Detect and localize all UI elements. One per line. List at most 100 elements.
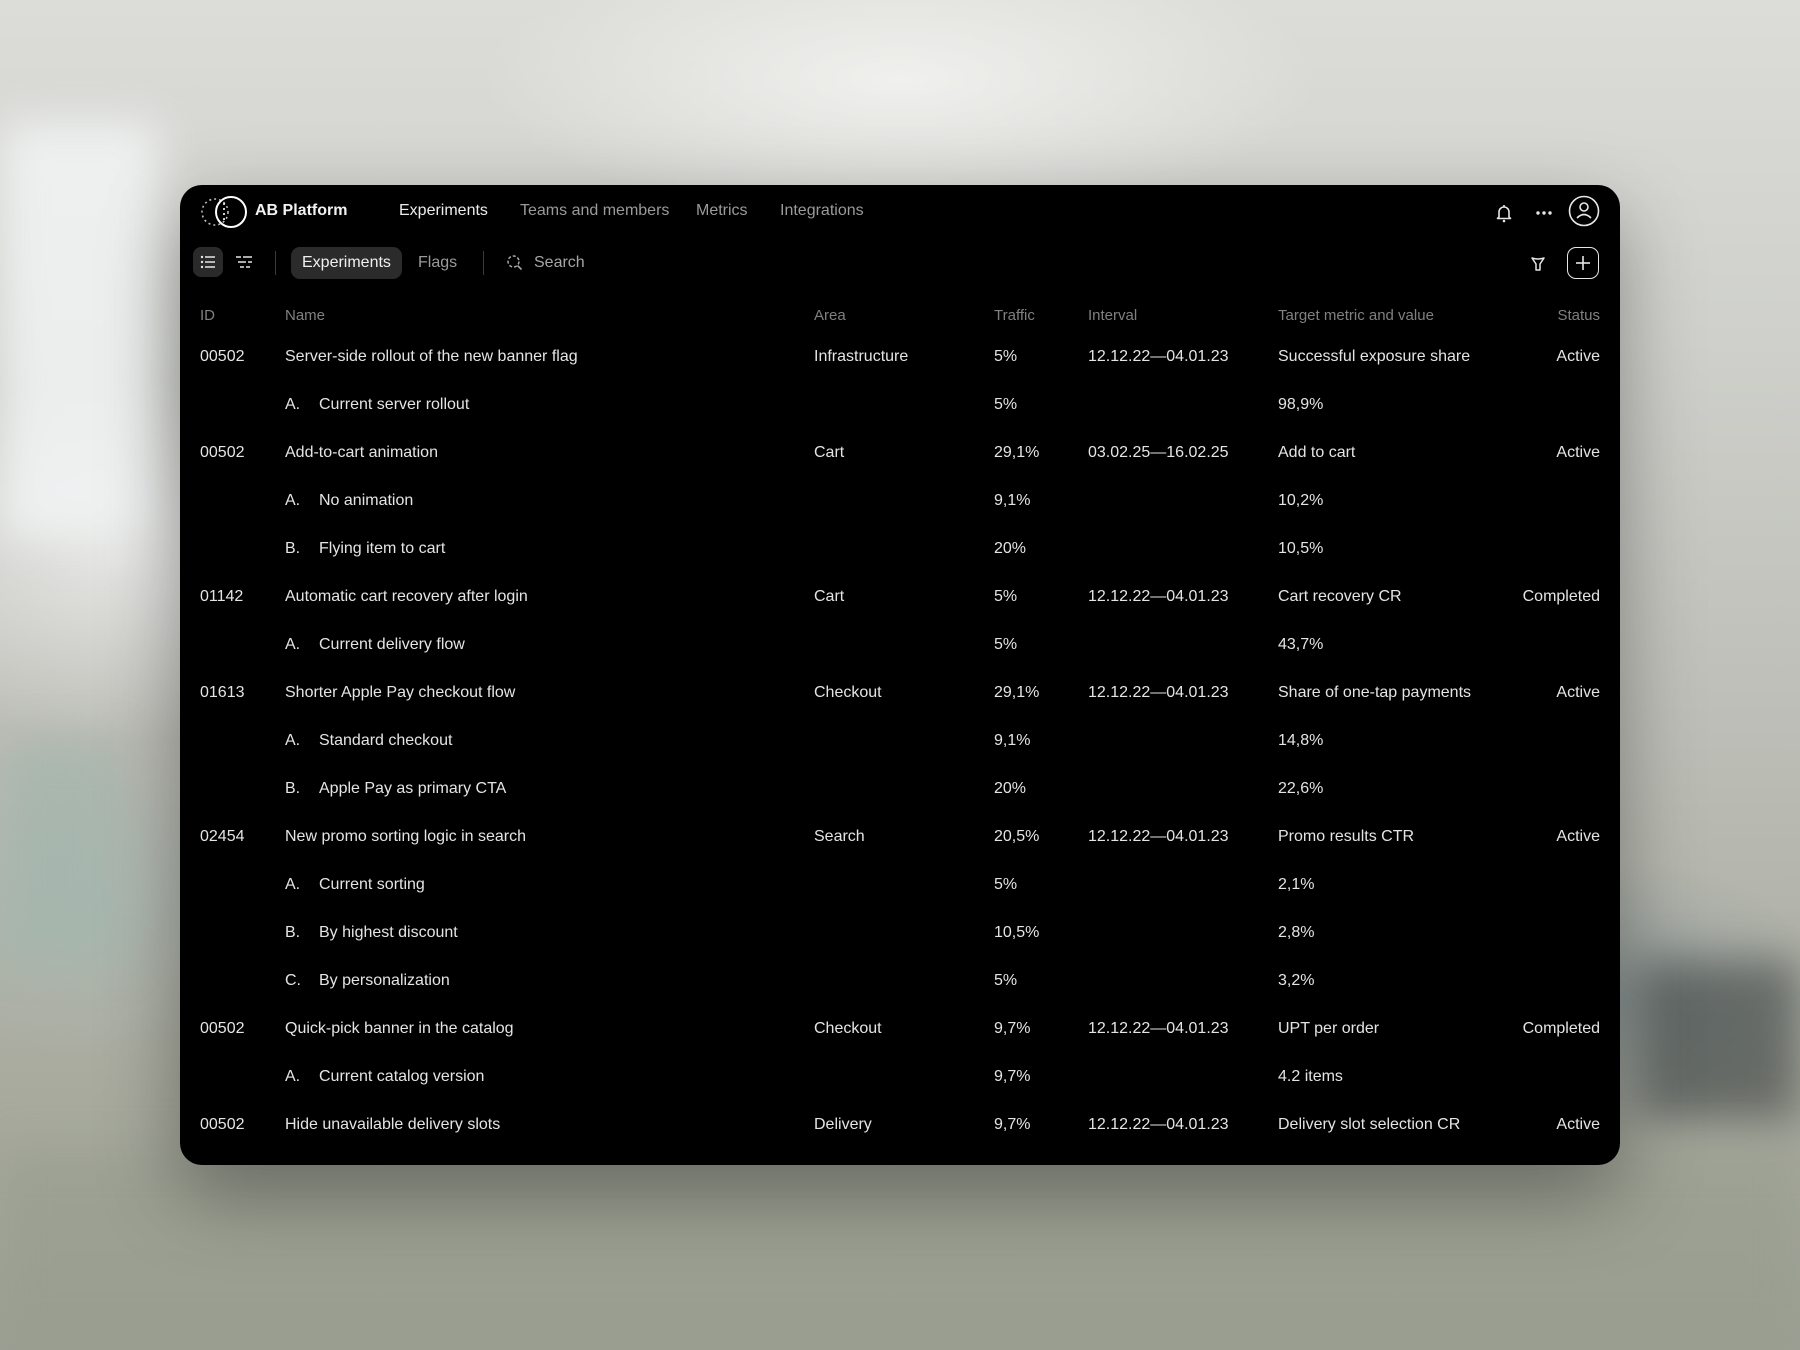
tab-experiments[interactable]: Experiments xyxy=(291,247,402,279)
variant-letter: A. xyxy=(285,876,301,893)
experiment-name[interactable]: New promo sorting logic in search xyxy=(285,828,526,846)
variant-row[interactable]: A. No animation 9,1% 10,2% xyxy=(180,476,1620,524)
experiment-row[interactable]: 00502 Hide unavailable delivery slots Deli… xyxy=(180,1100,1620,1148)
variant-letter: A. xyxy=(285,636,301,653)
experiment-interval: 12.12.22—04.01.23 xyxy=(1088,828,1229,845)
experiment-row[interactable]: 01613 Shorter Apple Pay checkout flow Chec… xyxy=(180,668,1620,716)
variant-traffic: 5% xyxy=(994,636,1018,653)
experiment-row[interactable]: 01142 Automatic cart recovery after login… xyxy=(180,572,1620,620)
brand-name: AB Platform xyxy=(255,202,348,219)
table-header: ID Name Area Traffic Interval Target met… xyxy=(180,307,1620,331)
experiment-id: 00502 xyxy=(200,348,245,365)
experiment-id: 00502 xyxy=(200,1116,245,1133)
experiment-target-metric: Add to cart xyxy=(1278,444,1356,461)
variant-letter: B. xyxy=(285,924,301,941)
user-avatar-icon[interactable] xyxy=(1568,195,1600,227)
experiment-name[interactable]: Automatic cart recovery after login xyxy=(285,588,528,606)
background-window-light xyxy=(0,120,160,540)
variant-metric-value: 2,1% xyxy=(1278,876,1315,893)
toolbar-divider xyxy=(275,251,276,275)
variant-row[interactable]: B. Apple Pay as primary CTA 20% 22,6% xyxy=(180,764,1620,812)
experiments-table-body: 00502 Server-side rollout of the new bann… xyxy=(180,332,1620,1148)
experiment-area: Checkout xyxy=(814,1020,882,1037)
column-header-area[interactable]: Area xyxy=(814,307,846,324)
variant-name: By highest discount xyxy=(319,924,458,941)
variant-traffic: 5% xyxy=(994,972,1018,989)
experiment-id: 01613 xyxy=(200,684,245,701)
variant-row[interactable]: A. Current catalog version 9,7% 4.2 items xyxy=(180,1052,1620,1100)
experiment-row[interactable]: 00502 Server-side rollout of the new bann… xyxy=(180,332,1620,380)
experiment-traffic: 29,1% xyxy=(994,684,1040,701)
toolbar-divider xyxy=(483,251,484,275)
filter-view-button[interactable] xyxy=(229,247,259,277)
variant-metric-value: 3,2% xyxy=(1278,972,1315,989)
experiment-target-metric: Successful exposure share xyxy=(1278,348,1471,365)
experiment-interval: 12.12.22—04.01.23 xyxy=(1088,588,1229,605)
nav-integrations[interactable]: Integrations xyxy=(780,202,864,220)
variant-metric-value: 2,8% xyxy=(1278,924,1315,941)
experiment-interval: 12.12.22—04.01.23 xyxy=(1088,348,1229,365)
experiment-target-metric: Delivery slot selection CR xyxy=(1278,1116,1461,1133)
search-icon xyxy=(507,255,523,271)
variant-letter: C. xyxy=(285,972,301,989)
experiment-traffic: 20,5% xyxy=(994,828,1040,845)
variant-row[interactable]: B. Flying item to cart 20% 10,5% xyxy=(180,524,1620,572)
column-header-target[interactable]: Target metric and value xyxy=(1278,307,1434,324)
experiment-name[interactable]: Server-side rollout of the new banner fl… xyxy=(285,348,578,366)
nav-metrics[interactable]: Metrics xyxy=(696,202,748,220)
experiment-interval: 03.02.25—16.02.25 xyxy=(1088,444,1229,461)
variant-row[interactable]: A. Standard checkout 9,1% 14,8% xyxy=(180,716,1620,764)
experiment-status: Completed xyxy=(1522,588,1600,605)
variant-name: Current server rollout xyxy=(319,396,470,413)
column-header-status[interactable]: Status xyxy=(1557,307,1600,324)
experiment-traffic: 5% xyxy=(994,348,1018,365)
search-box xyxy=(506,246,706,280)
experiment-name[interactable]: Add-to-cart animation xyxy=(285,444,438,462)
more-options-icon[interactable] xyxy=(1530,199,1558,227)
variant-letter: B. xyxy=(285,540,301,557)
column-header-name[interactable]: Name xyxy=(285,307,325,324)
variant-row[interactable]: A. Current delivery flow 5% 43,7% xyxy=(180,620,1620,668)
variant-name: Current sorting xyxy=(319,876,425,893)
variant-name: Apple Pay as primary CTA xyxy=(319,780,507,797)
experiment-name[interactable]: Quick-pick banner in the catalog xyxy=(285,1020,514,1038)
experiment-status: Active xyxy=(1556,444,1600,461)
variant-row[interactable]: B. By highest discount 10,5% 2,8% xyxy=(180,908,1620,956)
experiment-area: Infrastructure xyxy=(814,348,909,365)
experiment-traffic: 5% xyxy=(994,588,1018,605)
column-header-traffic[interactable]: Traffic xyxy=(994,307,1035,324)
plus-icon xyxy=(1576,256,1590,270)
experiment-area: Cart xyxy=(814,588,845,605)
experiment-row[interactable]: 00502 Quick-pick banner in the catalog Che… xyxy=(180,1004,1620,1052)
experiment-target-metric: Cart recovery CR xyxy=(1278,588,1402,605)
nav-teams-and-members[interactable]: Teams and members xyxy=(520,202,669,220)
tab-flags[interactable]: Flags xyxy=(407,247,468,279)
experiment-name[interactable]: Shorter Apple Pay checkout flow xyxy=(285,684,515,702)
add-experiment-button[interactable] xyxy=(1567,247,1599,279)
experiment-name[interactable]: Hide unavailable delivery slots xyxy=(285,1116,500,1134)
variant-traffic: 9,7% xyxy=(994,1068,1031,1085)
variant-letter: A. xyxy=(285,732,301,749)
list-view-button[interactable] xyxy=(193,247,223,277)
variant-traffic: 9,1% xyxy=(994,492,1031,509)
experiment-row[interactable]: 02454 New promo sorting logic in search Se… xyxy=(180,812,1620,860)
experiment-status: Active xyxy=(1556,684,1600,701)
variant-name: Current delivery flow xyxy=(319,636,465,653)
variant-row[interactable]: A. Current server rollout 5% 98,9% xyxy=(180,380,1620,428)
nav-experiments[interactable]: Experiments xyxy=(399,202,488,220)
top-navigation-bar: AB Platform Experiments Teams and member… xyxy=(180,185,1620,239)
experiment-row[interactable]: 00502 Add-to-cart animation Cart 29,1% 03.02… xyxy=(180,428,1620,476)
search-input[interactable] xyxy=(532,253,686,273)
variant-traffic: 10,5% xyxy=(994,924,1040,941)
ab-platform-logo-icon[interactable] xyxy=(200,195,248,229)
variant-letter: A. xyxy=(285,1068,301,1085)
column-header-interval[interactable]: Interval xyxy=(1088,307,1137,324)
notifications-bell-icon[interactable] xyxy=(1490,199,1518,227)
variant-name: No animation xyxy=(319,492,414,509)
variant-row[interactable]: A. Current sorting 5% 2,1% xyxy=(180,860,1620,908)
filter-funnel-icon[interactable] xyxy=(1525,251,1551,277)
variant-row[interactable]: C. By personalization 5% 3,2% xyxy=(180,956,1620,1004)
variant-name: Flying item to cart xyxy=(319,540,446,557)
experiment-area: Cart xyxy=(814,444,845,461)
column-header-id[interactable]: ID xyxy=(200,307,215,324)
